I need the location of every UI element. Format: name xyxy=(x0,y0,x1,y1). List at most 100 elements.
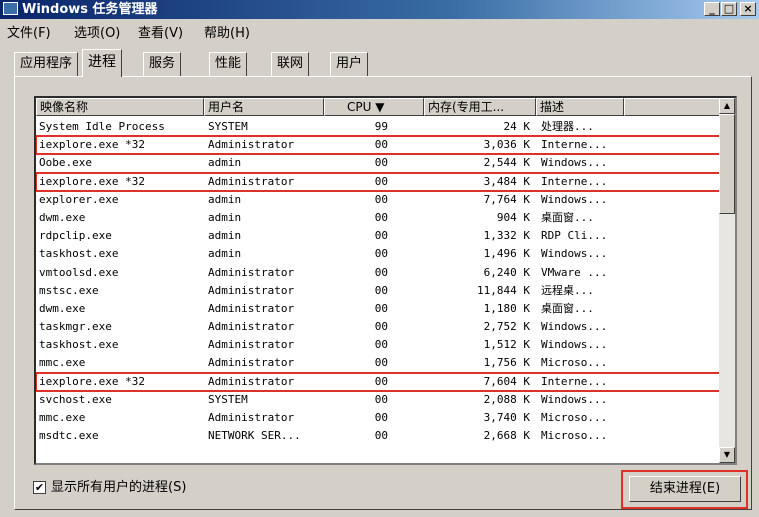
process-cpu: 00 xyxy=(374,265,388,279)
process-cpu: 00 xyxy=(374,320,388,334)
process-row[interactable]: vmtoolsd.exe Administrator 00 6,240 K VMware… xyxy=(36,264,720,282)
process-name: iexplore.exe *32 xyxy=(39,374,145,388)
process-name: dwm.exe xyxy=(39,301,86,315)
process-row[interactable]: taskhost.exe Administrator 00 1,512 K Window… xyxy=(36,336,720,354)
process-description: RDP Cli... xyxy=(541,229,608,243)
scroll-down-icon[interactable]: ▼ xyxy=(719,447,735,463)
process-name: mstsc.exe xyxy=(39,283,99,297)
process-user: Administrator xyxy=(208,138,295,152)
process-cpu: 00 xyxy=(374,156,388,170)
process-cpu: 00 xyxy=(374,356,388,370)
vertical-scrollbar[interactable]: ▲ ▼ xyxy=(719,98,735,463)
process-cpu: 00 xyxy=(374,283,388,297)
process-user: admin xyxy=(208,247,242,261)
tab-networking[interactable]: 联网 xyxy=(271,52,310,76)
menu-file[interactable]: 文件(F) xyxy=(7,22,51,41)
process-row[interactable]: dwm.exe Administrator 00 1,180 K 桌面窗... xyxy=(36,300,720,318)
process-row[interactable]: mmc.exe Administrator 00 3,740 K Microso... xyxy=(36,409,720,427)
process-row[interactable]: System Idle Process SYSTEM 99 24 K 处理器... xyxy=(36,118,720,136)
process-description: Windows... xyxy=(541,192,608,206)
column-memory[interactable]: 内存(专用工... xyxy=(424,98,536,116)
process-user: Administrator xyxy=(208,338,295,352)
column-empty xyxy=(624,98,720,116)
process-memory: 2,752 K xyxy=(483,320,530,334)
process-name: vmtoolsd.exe xyxy=(39,265,119,279)
process-memory: 3,484 K xyxy=(483,174,530,188)
process-user: admin xyxy=(208,210,242,224)
process-memory: 1,180 K xyxy=(483,301,530,315)
process-description: Microso... xyxy=(541,356,608,370)
process-row[interactable]: Oobe.exe admin 00 2,544 K Windows... xyxy=(36,154,720,172)
process-memory: 7,604 K xyxy=(483,374,530,388)
process-name: Oobe.exe xyxy=(39,156,92,170)
scroll-thumb[interactable] xyxy=(719,114,735,214)
process-cpu: 00 xyxy=(374,429,388,443)
process-memory: 6,240 K xyxy=(483,265,530,279)
process-user: admin xyxy=(208,229,242,243)
process-cpu: 00 xyxy=(374,138,388,152)
process-row[interactable]: mstsc.exe Administrator 00 11,844 K 远程桌... xyxy=(36,282,720,300)
process-row[interactable]: iexplore.exe *32 Administrator 00 3,036 K In… xyxy=(36,135,721,156)
tab-services[interactable]: 服务 xyxy=(143,52,182,76)
process-cpu: 00 xyxy=(374,247,388,261)
process-list[interactable]: 映像名称 用户名 CPU ▼ 内存(专用工... 描述 System Idle … xyxy=(34,96,737,465)
show-all-users-option[interactable]: ✔ 显示所有用户的进程(S) xyxy=(33,476,186,495)
process-row[interactable]: svchost.exe SYSTEM 00 2,088 K Windows... xyxy=(36,391,720,409)
process-description: 远程桌... xyxy=(541,283,594,297)
process-row[interactable]: iexplore.exe *32 Administrator 00 7,604 K In… xyxy=(36,371,721,392)
process-description: VMware ... xyxy=(541,265,608,279)
process-row[interactable]: mmc.exe Administrator 00 1,756 K Microso... xyxy=(36,354,720,372)
process-rows: System Idle Process SYSTEM 99 24 K 处理器... iex… xyxy=(36,118,721,445)
process-row[interactable]: rdpclip.exe admin 00 1,332 K RDP Cli... xyxy=(36,227,720,245)
process-description: Interne... xyxy=(541,138,608,152)
process-cpu: 00 xyxy=(374,374,388,388)
process-description: Interne... xyxy=(541,174,608,188)
tab-performance[interactable]: 性能 xyxy=(209,52,248,76)
process-description: 处理器... xyxy=(541,120,594,133)
column-image-name[interactable]: 映像名称 xyxy=(36,98,204,116)
menu-bar: 文件(F) 选项(O) 查看(V) 帮助(H) xyxy=(0,19,759,41)
show-all-users-checkbox[interactable]: ✔ xyxy=(33,481,46,494)
title-bar[interactable]: Windows 任务管理器 _ □ × xyxy=(0,0,759,19)
minimize-button[interactable]: _ xyxy=(704,2,720,16)
tab-users[interactable]: 用户 xyxy=(330,52,369,76)
process-name: mmc.exe xyxy=(39,356,86,370)
column-user-name[interactable]: 用户名 xyxy=(204,98,324,116)
process-memory: 1,756 K xyxy=(483,356,530,370)
process-row[interactable]: msdtc.exe NETWORK SER... 00 2,668 K Microso.… xyxy=(36,427,720,445)
process-row[interactable]: explorer.exe admin 00 7,764 K Windows... xyxy=(36,191,720,209)
process-row[interactable]: taskhost.exe admin 00 1,496 K Windows... xyxy=(36,245,720,263)
process-memory: 2,544 K xyxy=(483,156,530,170)
process-user: Administrator xyxy=(208,265,295,279)
process-memory: 1,496 K xyxy=(483,247,530,261)
process-memory: 1,332 K xyxy=(483,229,530,243)
process-row[interactable]: taskmgr.exe Administrator 00 2,752 K Windows… xyxy=(36,318,720,336)
process-user: SYSTEM xyxy=(208,120,248,133)
process-user: Administrator xyxy=(208,374,295,388)
menu-view[interactable]: 查看(V) xyxy=(138,22,183,41)
process-description: 桌面窗... xyxy=(541,301,594,315)
process-description: Microso... xyxy=(541,411,608,424)
scroll-up-icon[interactable]: ▲ xyxy=(719,98,735,114)
process-user: Administrator xyxy=(208,411,295,424)
menu-help[interactable]: 帮助(H) xyxy=(204,22,250,41)
menu-options[interactable]: 选项(O) xyxy=(74,22,120,41)
end-process-button[interactable]: 结束进程(E) xyxy=(629,476,741,502)
process-memory: 24 K xyxy=(503,120,531,133)
process-name: msdtc.exe xyxy=(39,429,99,443)
show-all-users-label: 显示所有用户的进程(S) xyxy=(51,480,187,495)
column-description[interactable]: 描述 xyxy=(536,98,624,116)
process-memory: 3,740 K xyxy=(483,411,530,424)
column-cpu[interactable]: CPU ▼ xyxy=(324,98,424,116)
process-cpu: 00 xyxy=(374,411,388,424)
tab-processes[interactable]: 进程 xyxy=(82,49,122,77)
process-row[interactable]: iexplore.exe *32 Administrator 00 3,484 K In… xyxy=(36,171,721,192)
maximize-button[interactable]: □ xyxy=(721,2,737,16)
process-row[interactable]: dwm.exe admin 00 904 K 桌面窗... xyxy=(36,209,720,227)
process-name: svchost.exe xyxy=(39,392,112,406)
tab-applications[interactable]: 应用程序 xyxy=(14,52,79,76)
close-button[interactable]: × xyxy=(740,2,756,16)
process-user: Administrator xyxy=(208,301,295,315)
process-description: Microso... xyxy=(541,429,608,443)
process-user: admin xyxy=(208,192,242,206)
